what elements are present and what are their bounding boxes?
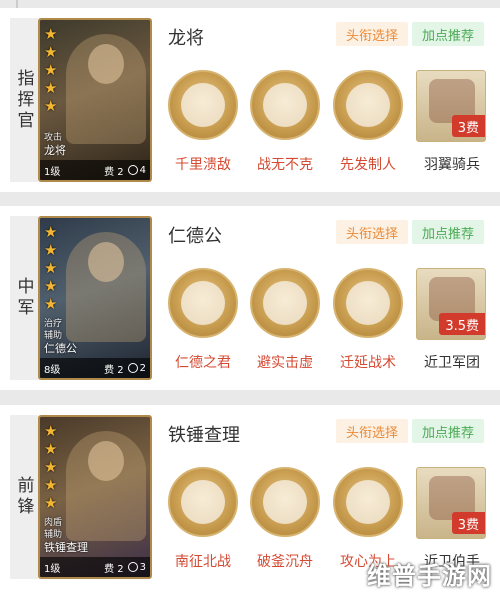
role-tab: 中军 [10,216,38,380]
general-name: 龙将 [168,28,204,49]
general-card-center: 中军 ★ ★ ★ ★ ★ 治疗 辅助 仁德公 8级 费 2 2 仁德公 头衔选择… [0,206,500,390]
troop-cost-badge: 3费 [451,512,485,534]
unit-icon [127,562,138,572]
skill-label: 避实击虚 [257,355,313,371]
title-select-button[interactable]: 头衔选择 [336,220,408,244]
general-level: 1级 [44,563,61,575]
skill-label: 仁德之君 [175,355,231,371]
troop-label: 近卫军团 [424,355,480,371]
general-extra: 3 [139,561,146,573]
troop-card[interactable]: 3.5费 [416,268,486,340]
unit-icon [127,363,138,373]
portrait-info-bar: 1级 费 2 3 [40,557,150,577]
skill-icon[interactable] [250,467,320,537]
skill-label: 迁延战术 [340,355,396,371]
title-select-button[interactable]: 头衔选择 [336,22,408,46]
troop-card[interactable]: 3费 [416,70,486,142]
skill-label: 战无不克 [257,157,313,173]
role-label: 指挥官 [13,68,34,132]
star-icon: ★ [44,494,58,512]
points-recommend-button[interactable]: 加点推荐 [412,220,484,244]
general-figure [66,431,146,541]
star-icon: ★ [44,422,58,440]
star-icon: ★ [44,97,58,115]
skill-icon[interactable] [168,70,238,140]
skill-label: 破釜沉舟 [257,554,313,570]
general-name: 仁德公 [168,226,222,247]
general-extra: 4 [139,164,146,176]
portrait-name: 龙将 [44,144,66,157]
troop-card[interactable]: 3费 [416,467,486,539]
skill-icon[interactable] [333,70,403,140]
star-icon: ★ [44,79,58,97]
skill-icon[interactable] [333,268,403,338]
troop-cost-badge: 3.5费 [439,313,485,335]
star-icon: ★ [44,25,58,43]
skill-label: 先发制人 [340,157,396,173]
general-traits: 肉盾 辅助 [44,518,63,540]
general-cost: 费 2 [104,166,124,178]
horse-icon [127,165,138,175]
general-level: 8级 [44,364,61,376]
skill-label: 南征北战 [175,554,231,570]
general-cost: 费 2 [104,563,124,575]
skill-icon[interactable] [168,467,238,537]
star-icon: ★ [44,458,58,476]
portrait-info-bar: 8级 费 2 2 [40,358,150,378]
general-card-commander: 指挥官 ★ ★ ★ ★ ★ 攻击 龙将 1级 费 2 4 龙将 头衔选择 加点推… [0,8,500,192]
star-icon: ★ [44,241,58,259]
general-name: 铁锤查理 [168,425,240,446]
general-extra: 2 [139,362,146,374]
star-icon: ★ [44,223,58,241]
points-recommend-button[interactable]: 加点推荐 [412,22,484,46]
general-figure [66,34,146,144]
top-divider [0,0,500,8]
skill-icon[interactable] [250,70,320,140]
star-icon: ★ [44,259,58,277]
star-rating: ★ ★ ★ ★ ★ [44,423,57,511]
points-recommend-button[interactable]: 加点推荐 [412,419,484,443]
skill-icon[interactable] [333,467,403,537]
general-traits: 治疗 辅助 [44,319,63,341]
star-icon: ★ [44,440,58,458]
star-icon: ★ [44,277,58,295]
troop-label: 羽翼骑兵 [424,157,480,173]
title-select-button[interactable]: 头衔选择 [336,419,408,443]
skill-icon[interactable] [168,268,238,338]
star-rating: ★ ★ ★ ★ ★ [44,26,57,114]
role-tab: 指挥官 [10,18,38,182]
star-icon: ★ [44,43,58,61]
site-watermark: 维普手游网 [367,562,492,590]
general-portrait[interactable]: ★ ★ ★ ★ ★ 治疗 辅助 仁德公 8级 费 2 2 [38,216,152,380]
star-icon: ★ [44,61,58,79]
general-level: 1级 [44,166,61,178]
general-portrait[interactable]: ★ ★ ★ ★ ★ 攻击 龙将 1级 费 2 4 [38,18,152,182]
star-icon: ★ [44,476,58,494]
star-icon: ★ [44,295,58,313]
general-figure [66,232,146,342]
role-label: 中军 [13,277,34,319]
portrait-name: 铁锤查理 [44,541,88,554]
star-rating: ★ ★ ★ ★ ★ [44,224,57,312]
skill-icon[interactable] [250,268,320,338]
portrait-info-bar: 1级 费 2 4 [40,160,150,180]
general-cost: 费 2 [104,364,124,376]
role-tab: 前锋 [10,415,38,579]
troop-cost-badge: 3费 [451,115,485,137]
portrait-name: 仁德公 [44,342,77,355]
skill-label: 千里溃敌 [175,157,231,173]
role-label: 前锋 [13,476,34,518]
general-portrait[interactable]: ★ ★ ★ ★ ★ 肉盾 辅助 铁锤查理 1级 费 2 3 [38,415,152,579]
